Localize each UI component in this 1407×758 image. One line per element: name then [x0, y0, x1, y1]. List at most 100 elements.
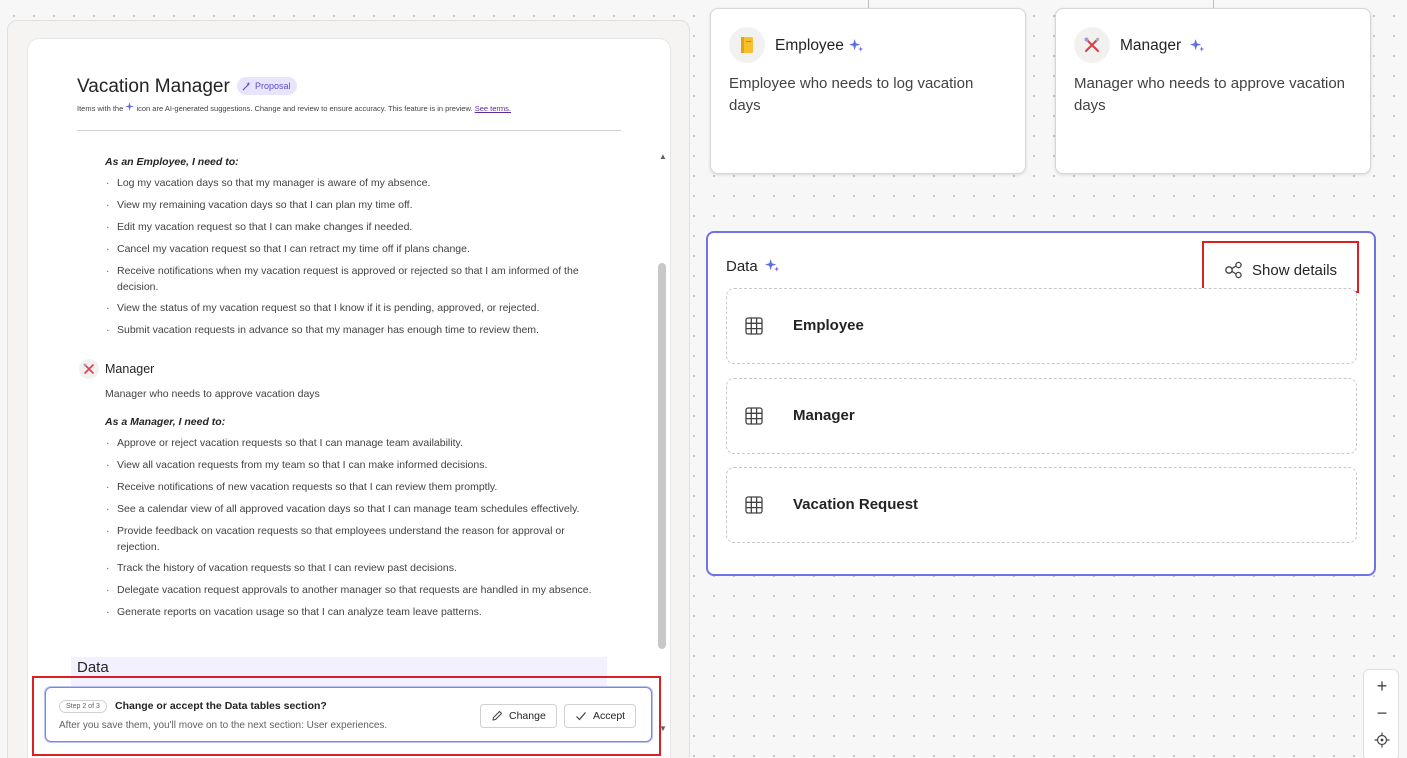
bullet-dot: · [106, 199, 110, 211]
list-item: · View all vacation requests from my team… [106, 458, 606, 474]
ai-disclaimer: Items with the icon are AI-generated sug… [77, 102, 511, 113]
badge-label: Proposal [255, 81, 291, 91]
show-details-button[interactable]: Show details [1224, 261, 1337, 279]
manager-needs-heading: As a Manager, I need to: [105, 416, 226, 428]
list-item-text: Cancel my vacation request so that I can… [117, 243, 470, 255]
proposal-document: Vacation Manager Proposal Items with the… [27, 38, 671, 758]
table-name: Manager [793, 407, 855, 424]
table-grid-icon [745, 496, 763, 514]
list-item-text: Edit my vacation request so that I can m… [117, 221, 413, 233]
table-name: Employee [793, 317, 864, 334]
bullet-dot: · [106, 221, 110, 233]
list-item: · Approve or reject vacation requests so … [106, 436, 606, 452]
persona-card-employee[interactable]: Employee Employee who needs to log vacat… [710, 8, 1026, 174]
sparkle-wand-icon [242, 81, 251, 91]
bullet-dot: · [106, 525, 110, 537]
persona-description: Employee who needs to log vacation days [729, 75, 974, 114]
step-title: Change or accept the Data tables section… [115, 700, 327, 712]
list-item-text: Approve or reject vacation requests so t… [117, 437, 463, 449]
sparkle-icon [765, 258, 780, 272]
list-item-text: Track the history of vacation requests s… [117, 562, 457, 574]
zoom-in-button[interactable]: + [1364, 676, 1400, 697]
fit-view-button[interactable] [1364, 732, 1400, 753]
list-item-text: Generate reports on vacation usage so th… [117, 606, 482, 618]
bullet-dot: · [106, 265, 110, 277]
data-section-heading: Data [77, 659, 109, 676]
page-title: Vacation Manager [77, 76, 230, 97]
divider [77, 130, 621, 131]
list-item: · See a calendar view of all approved vac… [106, 502, 606, 518]
relationship-icon [1225, 261, 1242, 279]
zoom-out-button[interactable]: − [1364, 703, 1400, 724]
list-item-text: View all vacation requests from my team … [117, 459, 488, 471]
list-item: · Track the history of vacation requests … [106, 561, 606, 577]
bullet-dot: · [106, 481, 110, 493]
list-item: · Cancel my vacation request so that I ca… [106, 242, 606, 258]
bullet-dot: · [106, 437, 110, 449]
list-item-text: Delegate vacation request approvals to a… [117, 584, 592, 596]
accept-button-label: Accept [593, 710, 626, 722]
scroll-up-arrow[interactable]: ▲ [659, 152, 667, 161]
change-button[interactable]: Change [480, 704, 557, 728]
persona-description: Manager who needs to approve vacation da… [1074, 75, 1346, 114]
manager-section-title: Manager [105, 362, 155, 376]
bullet-dot: · [106, 302, 110, 314]
data-card-title: Data [726, 258, 758, 275]
change-button-label: Change [509, 710, 546, 722]
list-item: · Edit my vacation request so that I can … [106, 220, 606, 236]
list-item-text: Receive notifications of new vacation re… [117, 481, 498, 493]
list-item: · Submit vacation requests in advance so … [106, 323, 606, 339]
bullet-dot: · [106, 324, 110, 336]
step-subtitle: After you save them, you'll move on to t… [59, 720, 388, 731]
zoom-controls: + − [1363, 669, 1399, 758]
data-tables-card: Data Show details Employee Manager Vacat… [706, 231, 1376, 576]
pencil-icon [492, 710, 503, 721]
show-details-label: Show details [1252, 261, 1338, 279]
list-item: · Receive notifications when my vacation … [106, 264, 606, 295]
manager-section-desc: Manager who needs to approve vacation da… [105, 388, 320, 400]
employee-needs-heading: As an Employee, I need to: [105, 156, 239, 168]
list-item: · Generate reports on vacation usage so t… [106, 605, 606, 621]
list-item-text: Provide feedback on vacation requests so… [117, 525, 565, 553]
bullet-dot: · [106, 503, 110, 515]
proposal-badge: Proposal [237, 77, 297, 95]
list-item: · View the status of my vacation request … [106, 301, 606, 317]
bullet-dot: · [106, 243, 110, 255]
list-item-text: View the status of my vacation request s… [117, 302, 540, 314]
persona-name: Manager [1120, 37, 1182, 54]
sparkle-icon [849, 38, 864, 52]
checkmark-icon [576, 712, 586, 721]
list-item-text: See a calendar view of all approved vaca… [117, 503, 580, 515]
manager-tools-icon [79, 359, 99, 379]
persona-name: Employee [775, 37, 844, 54]
list-item: · View my remaining vacation days so that… [106, 198, 606, 214]
scrollbar-thumb[interactable] [658, 263, 666, 649]
list-item-text: View my remaining vacation days so that … [117, 199, 413, 211]
sparkle-icon [1190, 38, 1205, 52]
list-item-text: Receive notifications when my vacation r… [117, 265, 579, 293]
persona-card-manager[interactable]: Manager Manager who needs to approve vac… [1055, 8, 1371, 174]
manager-tools-icon [1074, 27, 1110, 63]
notebook-icon [729, 27, 765, 63]
accept-button[interactable]: Accept [564, 704, 637, 728]
see-terms-link[interactable]: See terms. [475, 104, 511, 113]
bullet-dot: · [106, 584, 110, 596]
step-indicator: Step 2 of 3 [59, 700, 107, 713]
recenter-icon [1374, 732, 1390, 748]
connector-line [1213, 0, 1214, 8]
table-row[interactable]: Employee [726, 288, 1357, 364]
sparkle-icon [125, 102, 135, 111]
ai-note-prefix: Items with the [77, 104, 124, 113]
table-row[interactable]: Vacation Request [726, 467, 1357, 543]
list-item: · Receive notifications of new vacation r… [106, 480, 606, 496]
list-item: · Delegate vacation request approvals to … [106, 583, 606, 599]
table-name: Vacation Request [793, 496, 919, 513]
bullet-dot: · [106, 459, 110, 471]
list-item: · Log my vacation days so that my manager… [106, 176, 606, 192]
step-prompt-bar: Step 2 of 3 Change or accept the Data ta… [45, 687, 652, 742]
list-item-text: Log my vacation days so that my manager … [117, 177, 431, 189]
bullet-dot: · [106, 562, 110, 574]
list-item-text: Submit vacation requests in advance so t… [117, 324, 539, 336]
table-row[interactable]: Manager [726, 378, 1357, 454]
bullet-dot: · [106, 606, 110, 618]
